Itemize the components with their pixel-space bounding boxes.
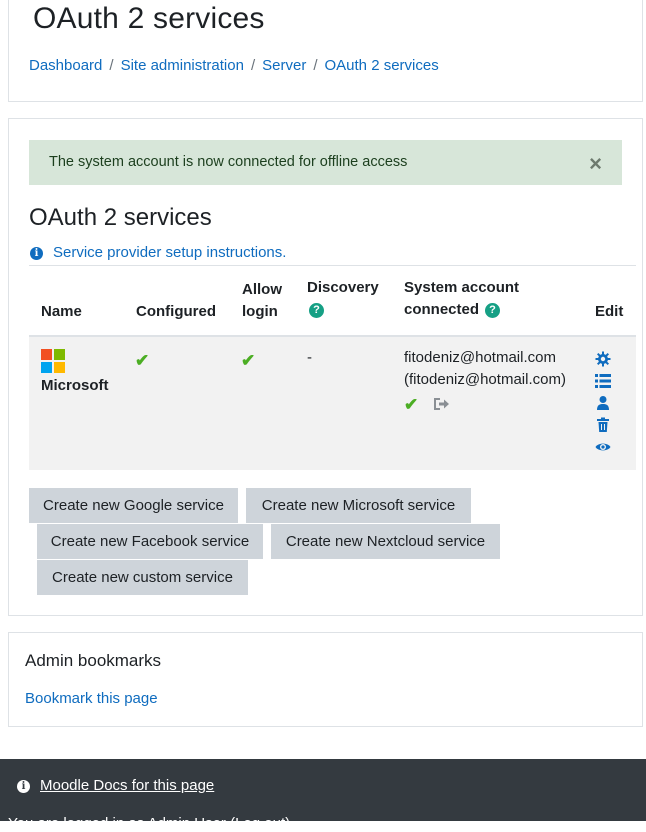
create-facebook-service-button[interactable]: Create new Facebook service [37, 524, 263, 559]
column-header-discovery: Discovery ? [307, 277, 379, 321]
column-header-name: Name [41, 303, 82, 320]
system-account-email: fitodeniz@hotmail.com [404, 349, 556, 366]
main-content: The system account is now connected for … [8, 118, 643, 616]
page-header: OAuth 2 services Dashboard / Site administ… [8, 0, 643, 102]
column-header-system-account: System account connected? [404, 277, 544, 321]
help-icon[interactable]: ? [485, 303, 501, 318]
column-header-configured: Configured [136, 303, 216, 320]
system-account-check-icon: ✔ [404, 395, 419, 414]
microsoft-logo-icon [41, 349, 65, 373]
trash-icon[interactable] [595, 417, 611, 433]
gear-icon[interactable] [595, 351, 611, 367]
page-title: OAuth 2 services [33, 2, 265, 35]
admin-bookmarks-block: Admin bookmarks Bookmark this page [8, 632, 643, 727]
admin-bookmarks-title: Admin bookmarks [25, 651, 162, 670]
create-nextcloud-service-button[interactable]: Create new Nextcloud service [271, 524, 500, 559]
table-divider [29, 265, 636, 266]
breadcrumb-server[interactable]: Server [262, 57, 306, 74]
discovery-label: Discovery [307, 279, 379, 296]
service-name-cell: Microsoft [41, 349, 109, 397]
moodle-docs: i Moodle Docs for this page [17, 777, 214, 794]
table-row: Microsoft ✔ ✔ - fitodeniz@hotmail.com (f… [29, 337, 636, 470]
page-footer: i Moodle Docs for this page You are logge… [0, 759, 646, 832]
eye-icon[interactable] [595, 439, 611, 455]
setup-instructions-link[interactable]: Service provider setup instructions. [53, 244, 286, 261]
success-alert: The system account is now connected for … [29, 140, 622, 185]
info-icon: i [17, 780, 30, 793]
create-microsoft-service-button[interactable]: Create new Microsoft service [246, 488, 471, 523]
breadcrumb-site-administration[interactable]: Site administration [121, 57, 244, 74]
login-info: You are logged in as Admin User (Log out… [8, 815, 291, 832]
system-account-email-paren: (fitodeniz@hotmail.com) [404, 371, 566, 388]
user-icon[interactable] [595, 395, 611, 411]
info-icon: i [30, 247, 43, 260]
configured-check-icon: ✔ [135, 351, 150, 370]
discovery-value: - [307, 349, 312, 366]
disconnect-icon[interactable] [432, 396, 450, 412]
breadcrumb-separator: / [250, 57, 256, 74]
close-icon[interactable]: × [589, 151, 602, 177]
allow-login-check-icon: ✔ [241, 351, 256, 370]
create-google-service-button[interactable]: Create new Google service [29, 488, 238, 523]
alert-message: The system account is now connected for … [49, 154, 408, 170]
list-icon[interactable] [595, 373, 611, 389]
system-account-cell: fitodeniz@hotmail.com (fitodeniz@hotmail… [404, 347, 566, 416]
service-name: Microsoft [41, 377, 109, 394]
system-account-label: System account connected [404, 279, 520, 318]
breadcrumb-oauth2-services[interactable]: OAuth 2 services [325, 57, 439, 74]
section-title: OAuth 2 services [29, 204, 212, 231]
breadcrumb: Dashboard / Site administration / Server / OAu… [29, 57, 439, 74]
breadcrumb-dashboard[interactable]: Dashboard [29, 57, 102, 74]
breadcrumb-separator: / [313, 57, 318, 74]
bookmark-this-page-link[interactable]: Bookmark this page [25, 690, 158, 707]
moodle-docs-link[interactable]: Moodle Docs for this page [40, 777, 214, 794]
breadcrumb-separator: / [109, 57, 114, 74]
setup-instructions: i Service provider setup instructions. [30, 244, 286, 261]
help-icon[interactable]: ? [309, 303, 324, 318]
column-header-allow-login: Allow login [242, 281, 282, 320]
create-custom-service-button[interactable]: Create new custom service [37, 560, 248, 595]
column-header-edit: Edit [595, 303, 624, 320]
